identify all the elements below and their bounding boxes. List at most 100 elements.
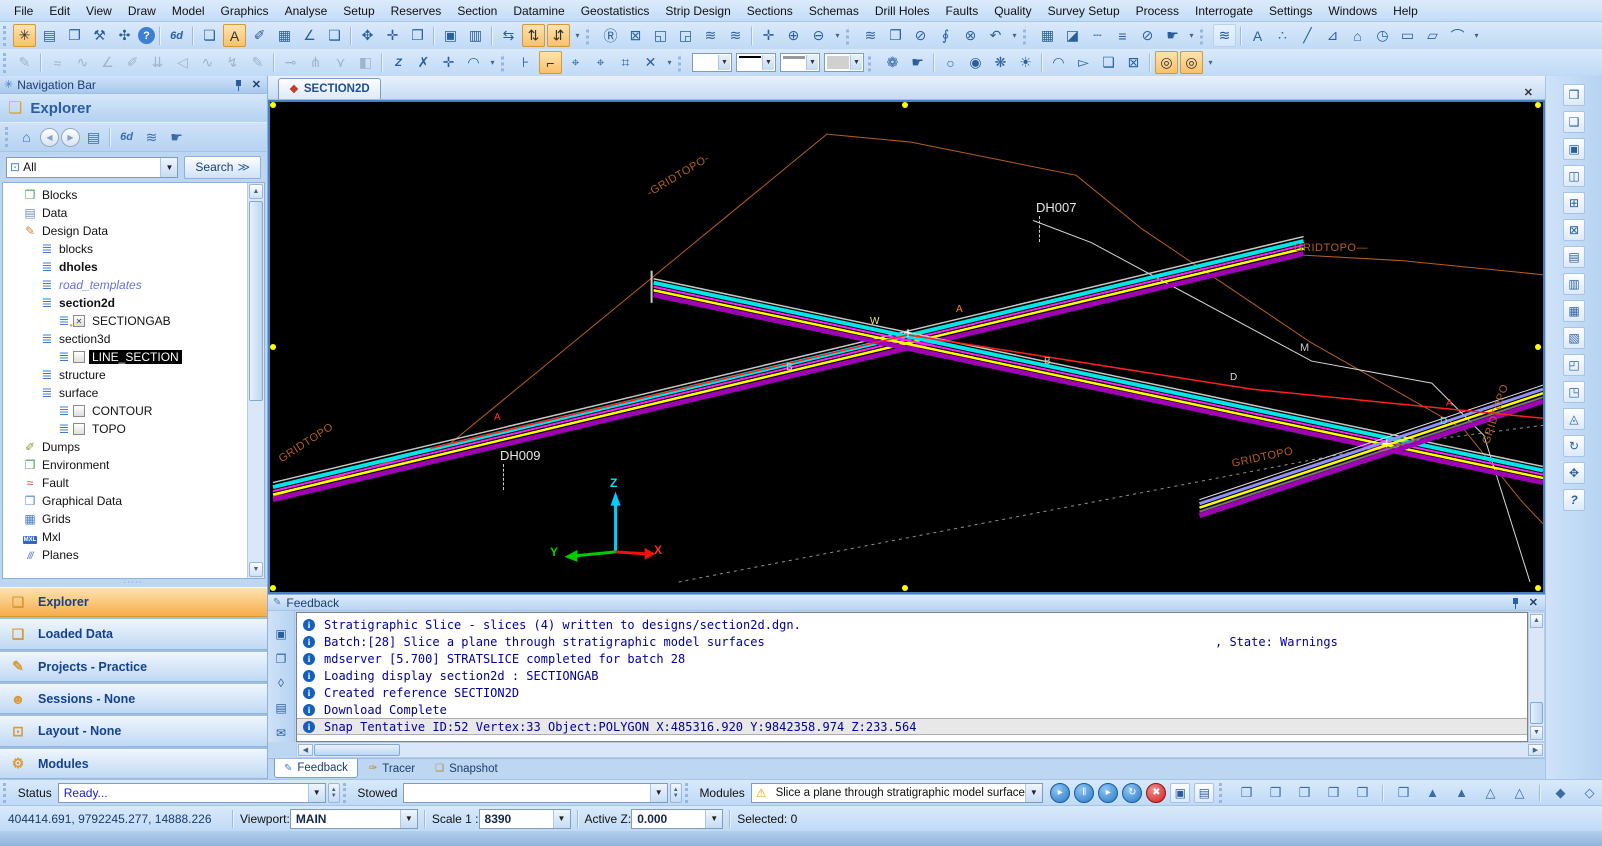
snap-point-icon[interactable]: ⌖ bbox=[564, 51, 587, 74]
arc-tool-icon[interactable]: ⌒ bbox=[1446, 24, 1469, 47]
search-button[interactable]: Search ≫ bbox=[184, 155, 261, 179]
menu-item[interactable]: Drill Holes bbox=[867, 0, 938, 22]
view-diamond-outline-icon[interactable]: ◇ bbox=[1578, 781, 1601, 804]
redraw-icon[interactable]: Ⓡ bbox=[599, 24, 622, 47]
addins-icon[interactable]: ✣ bbox=[113, 24, 136, 47]
close-icon[interactable]: ✕ bbox=[250, 78, 263, 91]
attach-icon[interactable]: ∮ bbox=[934, 24, 957, 47]
pan-view-icon[interactable]: ✥ bbox=[1563, 462, 1585, 484]
menu-item[interactable]: Setup bbox=[335, 0, 382, 22]
split-view-icon[interactable]: ◫ bbox=[1563, 165, 1585, 187]
menu-item[interactable]: Interrogate bbox=[1187, 0, 1261, 22]
menu-item[interactable]: Datamine bbox=[505, 0, 572, 22]
zoom-window-icon[interactable]: ◱ bbox=[649, 24, 672, 47]
tree-item[interactable]: CONTOUR bbox=[3, 402, 264, 420]
menu-item[interactable]: View bbox=[78, 0, 120, 22]
stack-loaded-data-button[interactable]: ❏ Loaded Data bbox=[0, 619, 267, 650]
view-south-icon[interactable]: ❒ bbox=[1351, 781, 1374, 804]
tree-item[interactable]: Fault bbox=[3, 474, 264, 492]
highlight-on-icon[interactable]: ◉ bbox=[964, 51, 987, 74]
box-select-icon[interactable]: ❏ bbox=[1097, 51, 1120, 74]
project-points-icon[interactable]: ⇊ bbox=[146, 51, 169, 74]
stack-layout-button[interactable]: ⊡ Layout - None bbox=[0, 716, 267, 747]
stowed-spinner[interactable]: ▲ ▼ bbox=[669, 782, 682, 803]
tab-snapshot[interactable]: ❏ Snapshot bbox=[426, 759, 507, 778]
toolbar-grip[interactable] bbox=[3, 25, 9, 46]
tree-item[interactable]: Mxl bbox=[3, 528, 264, 546]
chevron-down-icon[interactable]: ▼ bbox=[705, 809, 723, 828]
tree-item[interactable]: structure bbox=[3, 366, 264, 384]
text-tool-icon[interactable]: A bbox=[1246, 24, 1269, 47]
tree-item[interactable]: blocks bbox=[3, 240, 264, 258]
break-string-icon[interactable]: ↯ bbox=[221, 51, 244, 74]
holes-design-icon[interactable]: ✳ bbox=[13, 24, 36, 47]
polyline-tool-icon[interactable]: ⊿ bbox=[1321, 24, 1344, 47]
format-text-icon[interactable]: A bbox=[223, 24, 246, 47]
smooth-string-icon[interactable]: ∿ bbox=[71, 51, 94, 74]
back-icon[interactable]: ◀ bbox=[40, 127, 59, 147]
toolbar-grip[interactable] bbox=[3, 52, 9, 73]
measure-icon[interactable]: ∠ bbox=[298, 24, 321, 47]
tree-item[interactable]: Data bbox=[3, 204, 264, 222]
customize-tools-icon[interactable]: ⚒ bbox=[88, 24, 111, 47]
view-properties-icon[interactable]: ❒ bbox=[1563, 84, 1585, 106]
menu-item[interactable]: Quality bbox=[986, 0, 1039, 22]
chevron-down-icon[interactable]: ▼ bbox=[307, 783, 325, 802]
menu-item[interactable]: Faults bbox=[938, 0, 987, 22]
menu-item[interactable]: Schemas bbox=[801, 0, 867, 22]
section-canvas[interactable]: GRIDTOPO -GRIDTOPO- GRIDTOPO— GRIDTOPO GRIDT… bbox=[268, 100, 1545, 594]
no-fill-icon[interactable]: ⊘ bbox=[1136, 24, 1159, 47]
snap-vertex-icon[interactable]: ⌖ bbox=[589, 51, 612, 74]
tree-item[interactable]: Environment bbox=[3, 456, 264, 474]
save-log-icon[interactable]: ▣ bbox=[271, 625, 292, 643]
grid-view-icon[interactable]: ⊞ bbox=[1563, 192, 1585, 214]
view-diamond-icon[interactable]: ◆ bbox=[1549, 781, 1572, 804]
menu-item[interactable]: Edit bbox=[41, 0, 78, 22]
clip-view-icon[interactable]: ◰ bbox=[1563, 354, 1585, 376]
process-repeat-icon[interactable]: ↻ bbox=[1122, 782, 1143, 803]
chevron-down-icon[interactable]: ▼ bbox=[850, 55, 862, 70]
chevron-down-icon[interactable]: ▼ bbox=[762, 55, 774, 70]
save-session-icon[interactable]: ▣ bbox=[1170, 782, 1191, 803]
print-log-icon[interactable]: ▤ bbox=[271, 699, 292, 717]
view-help-icon[interactable]: ? bbox=[1563, 489, 1585, 511]
circle-tool-icon[interactable]: ◷ bbox=[1371, 24, 1394, 47]
hatch-icon[interactable]: ┄ bbox=[1086, 24, 1109, 47]
pointer-select-icon[interactable]: ▻ bbox=[1072, 51, 1095, 74]
close-icon[interactable]: ✕ bbox=[1527, 596, 1540, 609]
zoom-target-icon[interactable]: ✛ bbox=[757, 24, 780, 47]
toolbar-grip[interactable] bbox=[1219, 782, 1225, 803]
visibility-checkbox[interactable] bbox=[73, 405, 85, 417]
brightness-icon[interactable]: ☀ bbox=[1014, 51, 1037, 74]
view-iso-icon[interactable]: ❒ bbox=[1392, 781, 1415, 804]
lasso-select-icon[interactable]: ◠ bbox=[1047, 51, 1070, 74]
detach-icon[interactable]: ⊗ bbox=[959, 24, 982, 47]
tree-item[interactable]: Planes bbox=[3, 546, 264, 564]
pick-attributes-icon[interactable]: ☛ bbox=[906, 51, 929, 74]
viewport-combo[interactable]: MAIN ▼ bbox=[289, 808, 418, 829]
grid-display-icon[interactable]: ▦ bbox=[1036, 24, 1059, 47]
tab-tracer[interactable]: ✑ Tracer bbox=[360, 759, 424, 778]
view-north-icon[interactable]: ❒ bbox=[1264, 781, 1287, 804]
view-pyramid-ne-icon[interactable]: ▲ bbox=[1421, 781, 1444, 804]
zoom-in-icon[interactable]: ⊕ bbox=[782, 24, 805, 47]
lock-rotation-icon[interactable]: ✛ bbox=[381, 24, 404, 47]
stack-projects-button[interactable]: ✎ Projects - Practice bbox=[0, 651, 267, 682]
menu-item[interactable]: Geostatistics bbox=[573, 0, 658, 22]
line-weight-picker[interactable]: ▼ bbox=[780, 53, 820, 72]
menu-item[interactable]: Model bbox=[164, 0, 213, 22]
tree-item[interactable]: Design Data bbox=[3, 222, 264, 240]
zoom-all-icon[interactable]: ⊠ bbox=[624, 24, 647, 47]
toolbar-grip[interactable] bbox=[3, 782, 9, 803]
visibility-checkbox[interactable] bbox=[73, 423, 85, 435]
fill-style-picker[interactable]: ▼ bbox=[824, 53, 864, 72]
line-style-icon[interactable]: ≡ bbox=[1111, 24, 1134, 47]
pin-icon[interactable] bbox=[232, 79, 244, 91]
pan-window-icon[interactable]: ◲ bbox=[674, 24, 697, 47]
update-lock-icon[interactable]: ⇅ bbox=[522, 24, 545, 47]
tree-item[interactable]: ✕ SECTIONGAB bbox=[3, 312, 264, 330]
chevron-down-icon[interactable]: ▼ bbox=[718, 55, 730, 70]
image-icon[interactable]: ▦ bbox=[273, 24, 296, 47]
edit-points-icon[interactable]: ✎ bbox=[13, 51, 36, 74]
modules-combo[interactable]: ⚠ Slice a plane through stratigraphic mo… bbox=[750, 782, 1043, 803]
